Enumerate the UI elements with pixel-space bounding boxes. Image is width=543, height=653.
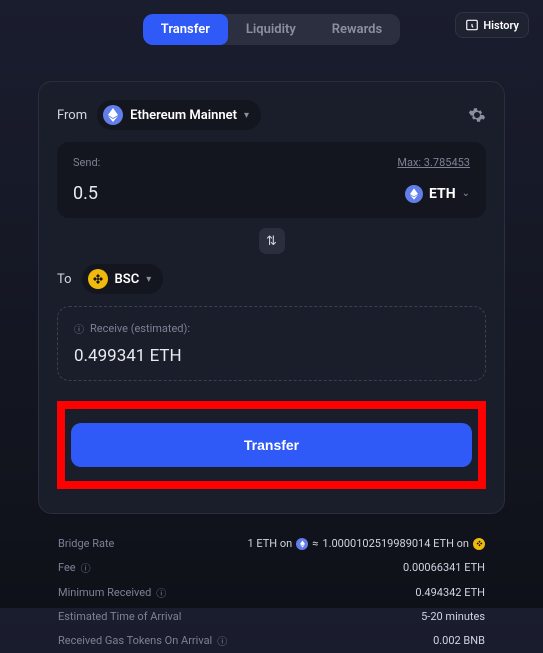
fee-value: 0.00066341 ETH <box>403 561 485 574</box>
history-button[interactable]: History <box>455 12 529 38</box>
eta-value: 5-20 minutes <box>421 610 485 623</box>
details-panel: Bridge Rate 1 ETH on ≈ 1.000010251998901… <box>46 522 497 653</box>
from-chain-select[interactable]: Ethereum Mainnet ▾ <box>97 100 261 130</box>
info-icon[interactable]: ⓘ <box>156 585 166 600</box>
gear-icon <box>468 106 486 124</box>
chevron-down-icon: ▾ <box>244 110 249 121</box>
receive-label: Receive (estimated): <box>90 322 190 335</box>
history-label: History <box>483 19 519 32</box>
settings-button[interactable] <box>468 106 486 124</box>
chevron-down-icon: ⌄ <box>462 188 470 199</box>
tab-rewards[interactable]: Rewards <box>314 14 400 45</box>
bsc-mini-icon <box>473 538 485 550</box>
eta-label: Estimated Time of Arrival <box>58 610 181 623</box>
send-amount-input[interactable]: 0.5 <box>73 183 98 204</box>
min-received-label: Minimum Received <box>58 586 151 599</box>
transfer-highlight: Transfer <box>57 401 486 489</box>
info-icon[interactable]: ⓘ <box>81 560 91 575</box>
bridge-rate-value: 1 ETH on ≈ 1.0000102519989014 ETH on <box>247 537 485 550</box>
gas-value: 0.002 BNB <box>433 634 485 647</box>
max-button[interactable]: Max: 3.785453 <box>397 156 470 169</box>
ethereum-icon <box>103 105 123 125</box>
from-chain-name: Ethereum Mainnet <box>130 108 237 123</box>
fee-label: Fee <box>58 561 76 574</box>
to-chain-name: BSC <box>115 272 140 287</box>
tab-liquidity[interactable]: Liquidity <box>228 14 314 45</box>
receive-amount: 0.499341 ETH <box>74 346 469 366</box>
send-input-card: Send: Max: 3.785453 0.5 ETH ⌄ <box>57 142 486 218</box>
bsc-icon <box>88 269 108 289</box>
info-icon: ⓘ <box>74 321 84 336</box>
transfer-button[interactable]: Transfer <box>71 423 472 467</box>
gas-label: Received Gas Tokens On Arrival <box>58 634 212 647</box>
min-received-value: 0.494342 ETH <box>415 586 485 599</box>
send-label: Send: <box>73 156 100 169</box>
info-icon[interactable]: ⓘ <box>217 633 227 648</box>
bridge-card: From Ethereum Mainnet ▾ Send: Max: 3.785… <box>38 81 505 514</box>
swap-icon: ⇅ <box>266 234 277 249</box>
eth-mini-icon <box>296 538 308 550</box>
tab-transfer[interactable]: Transfer <box>143 14 228 45</box>
receive-card: ⓘ Receive (estimated): 0.499341 ETH <box>57 306 486 381</box>
chevron-down-icon: ▾ <box>146 274 151 285</box>
send-token-select[interactable]: ETH ⌄ <box>405 185 470 203</box>
history-icon <box>465 18 479 32</box>
swap-direction-button[interactable]: ⇅ <box>259 228 285 254</box>
to-chain-select[interactable]: BSC ▾ <box>82 264 164 294</box>
to-label: To <box>57 272 72 287</box>
eth-token-icon <box>405 185 423 203</box>
tab-bar: Transfer Liquidity Rewards <box>143 14 400 45</box>
send-token-name: ETH <box>429 186 456 202</box>
from-label: From <box>57 108 87 123</box>
bridge-rate-label: Bridge Rate <box>58 537 114 550</box>
